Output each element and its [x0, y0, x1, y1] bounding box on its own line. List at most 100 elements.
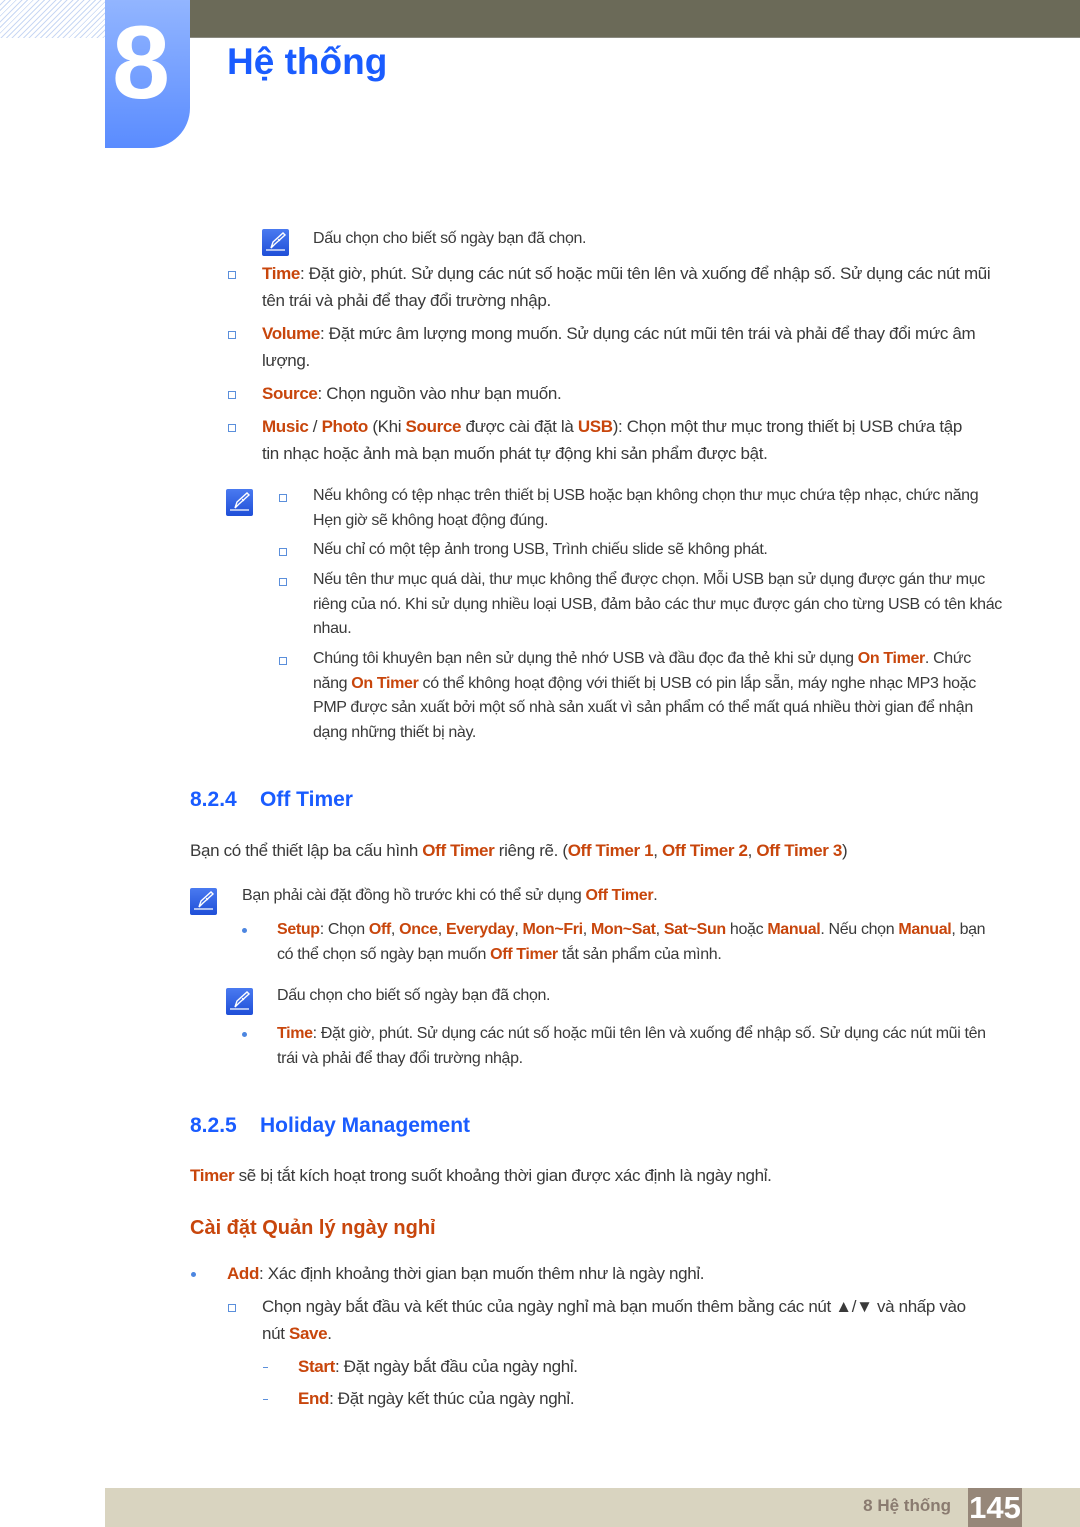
list-item-source: Source: Chọn nguồn vào như bạn muốn. — [262, 380, 1007, 407]
highlighted-term: Once — [399, 921, 438, 938]
list-item-add: Add: Xác định khoảng thời gian bạn muốn … — [227, 1260, 1007, 1287]
text-segment: hoặc — [725, 921, 768, 938]
highlighted-term: Manual — [898, 921, 952, 938]
highlighted-term: Timer — [190, 1166, 235, 1185]
highlighted-term: Off Timer 1 — [567, 841, 654, 860]
highlighted-term: Time — [262, 264, 300, 283]
text-segment: Chúng tôi khuyên bạn nên sử dụng thẻ nhớ… — [313, 650, 858, 667]
highlighted-term: Music — [262, 417, 309, 436]
highlighted-term: End — [298, 1389, 330, 1408]
highlighted-term: Time — [277, 1025, 313, 1042]
highlighted-term: Mon~Fri — [522, 921, 584, 938]
list-item-start: Start: Đặt ngày bắt đầu của ngày nghỉ. — [298, 1353, 578, 1380]
text-segment: Bạn có thể thiết lập ba cấu hình — [190, 841, 423, 860]
highlighted-term: On Timer — [351, 674, 419, 692]
text-segment: riêng rẽ. ( — [494, 841, 568, 860]
text-segment: Dấu chọn cho biết số ngày bạn đã chọn. — [313, 230, 587, 247]
highlighted-term: Setup — [277, 921, 320, 938]
text-segment: tắt sản phẩm của mình. — [557, 945, 722, 963]
text-segment: : Đặt giờ, phút. Sử dụng các nút số hoặc… — [277, 1025, 986, 1067]
note-item: Nếu không có tệp nhạc trên thiết bị USB … — [313, 484, 1003, 533]
note-icon — [226, 988, 253, 1015]
highlighted-term: Start — [298, 1357, 335, 1376]
highlighted-term: Photo — [321, 417, 369, 436]
note-item: Nếu chỉ có một tệp ảnh trong USB, Trình … — [313, 538, 1003, 563]
list-item-music-photo: Music / Photo (Khi Source được cài đặt l… — [262, 413, 982, 467]
note-text: Bạn phải cài đặt đồng hồ trước khi có th… — [242, 884, 658, 909]
list-item-volume: Volume: Đặt mức âm lượng mong muốn. Sử d… — [262, 320, 997, 374]
highlighted-term: Everyday — [445, 921, 515, 938]
note-text: Dấu chọn cho biết số ngày bạn đã chọn. — [277, 984, 550, 1009]
highlighted-term: Sat~Sun — [663, 921, 726, 938]
highlighted-term: Source — [405, 417, 462, 436]
text-segment: , — [514, 921, 523, 938]
text-segment: : Chọn nguồn vào như bạn muốn. — [317, 384, 562, 403]
text-segment: Chọn ngày bắt đầu và kết thúc của ngày n… — [262, 1297, 966, 1343]
highlighted-term: Source — [262, 384, 318, 403]
square-bullet-icon — [228, 1304, 236, 1312]
highlighted-term: Off Timer 3 — [756, 841, 842, 860]
highlighted-term: Mon~Sat — [590, 921, 656, 938]
text-segment: : Chọn — [319, 921, 369, 938]
note-item: Chúng tôi khuyên bạn nên sử dụng thẻ nhớ… — [313, 647, 1008, 745]
text-segment: Dấu chọn cho biết số ngày bạn đã chọn. — [277, 987, 551, 1004]
square-bullet-icon — [279, 494, 287, 502]
list-item-end: End: Đặt ngày kết thúc của ngày nghỉ. — [298, 1385, 575, 1412]
text-segment: Nếu không có tệp nhạc trên thiết bị USB … — [313, 487, 979, 529]
square-bullet-icon — [228, 424, 236, 432]
note-text: Dấu chọn cho biết số ngày bạn đã chọn. — [313, 225, 586, 252]
dash-bullet-icon — [263, 1367, 268, 1368]
text-segment: , — [653, 841, 663, 860]
text-segment: . Nếu chọn — [820, 921, 899, 938]
highlighted-term: USB — [577, 417, 613, 436]
list-item-setup: Setup: Chọn Off, Once, Everyday, Mon~Fri… — [277, 918, 997, 967]
text-segment: : Xác định khoảng thời gian bạn muốn thê… — [259, 1264, 705, 1283]
note-icon — [262, 229, 289, 256]
dot-bullet-icon — [191, 1272, 196, 1277]
highlighted-term: Manual — [767, 921, 821, 938]
square-bullet-icon — [228, 271, 236, 279]
highlighted-term: Volume — [262, 324, 321, 343]
note-icon — [226, 489, 253, 516]
square-bullet-icon — [279, 657, 287, 665]
section-title: Off Timer — [260, 788, 353, 811]
note-icon — [190, 888, 217, 915]
text-segment: sẽ bị tắt kích hoạt trong suốt khoảng th… — [234, 1166, 772, 1185]
section-title: Holiday Management — [260, 1114, 471, 1137]
list-item-time: Time: Đặt giờ, phút. Sử dụng các nút số … — [262, 260, 1007, 314]
text-segment: . — [653, 887, 658, 904]
text-segment: , — [390, 921, 400, 938]
text-segment: : Đặt ngày bắt đầu của ngày nghỉ. — [334, 1357, 578, 1376]
highlighted-term: Add — [227, 1264, 259, 1283]
text-segment: Nếu chỉ có một tệp ảnh trong USB, Trình … — [313, 541, 768, 558]
chapter-number: 8 — [112, 5, 170, 121]
square-bullet-icon — [279, 548, 287, 556]
text-segment: : Đặt ngày kết thúc của ngày nghỉ. — [329, 1389, 575, 1408]
text-segment: (Khi — [367, 417, 406, 436]
holiday-intro: Timer sẽ bị tắt kích hoạt trong suốt kho… — [190, 1162, 1010, 1189]
text-segment: / — [308, 417, 322, 436]
chapter-title: Hệ thống — [227, 41, 388, 82]
list-item-time: Time: Đặt giờ, phút. Sử dụng các nút số … — [277, 1022, 1002, 1071]
footer-chapter-label: 8 Hệ thống — [863, 1496, 951, 1515]
text-segment: ) — [841, 841, 848, 860]
dot-bullet-icon — [242, 1032, 247, 1037]
page-number: 145 — [968, 1488, 1022, 1527]
text-segment: , — [655, 921, 664, 938]
text-segment: được cài đặt là — [461, 417, 578, 436]
dot-bullet-icon — [242, 928, 247, 933]
text-segment: Nếu tên thư mục quá dài, thư mục không t… — [313, 571, 1002, 637]
text-segment: . — [327, 1324, 332, 1343]
text-segment: Bạn phải cài đặt đồng hồ trước khi có th… — [242, 887, 586, 904]
highlighted-term: Off Timer — [585, 887, 654, 904]
list-item-choose: Chọn ngày bắt đầu và kết thúc của ngày n… — [262, 1293, 992, 1347]
subheading: Cài đặt Quản lý ngày nghỉ — [190, 1217, 436, 1239]
text-segment: , — [437, 921, 446, 938]
note-item: Nếu tên thư mục quá dài, thư mục không t… — [313, 568, 1008, 642]
highlighted-term: Off Timer — [422, 841, 495, 860]
highlighted-term: Save — [288, 1324, 328, 1343]
square-bullet-icon — [228, 391, 236, 399]
text-segment: : Đặt giờ, phút. Sử dụng các nút số hoặc… — [262, 264, 991, 310]
section-number: 8.2.5 — [190, 1114, 237, 1137]
highlighted-term: On Timer — [857, 650, 926, 667]
